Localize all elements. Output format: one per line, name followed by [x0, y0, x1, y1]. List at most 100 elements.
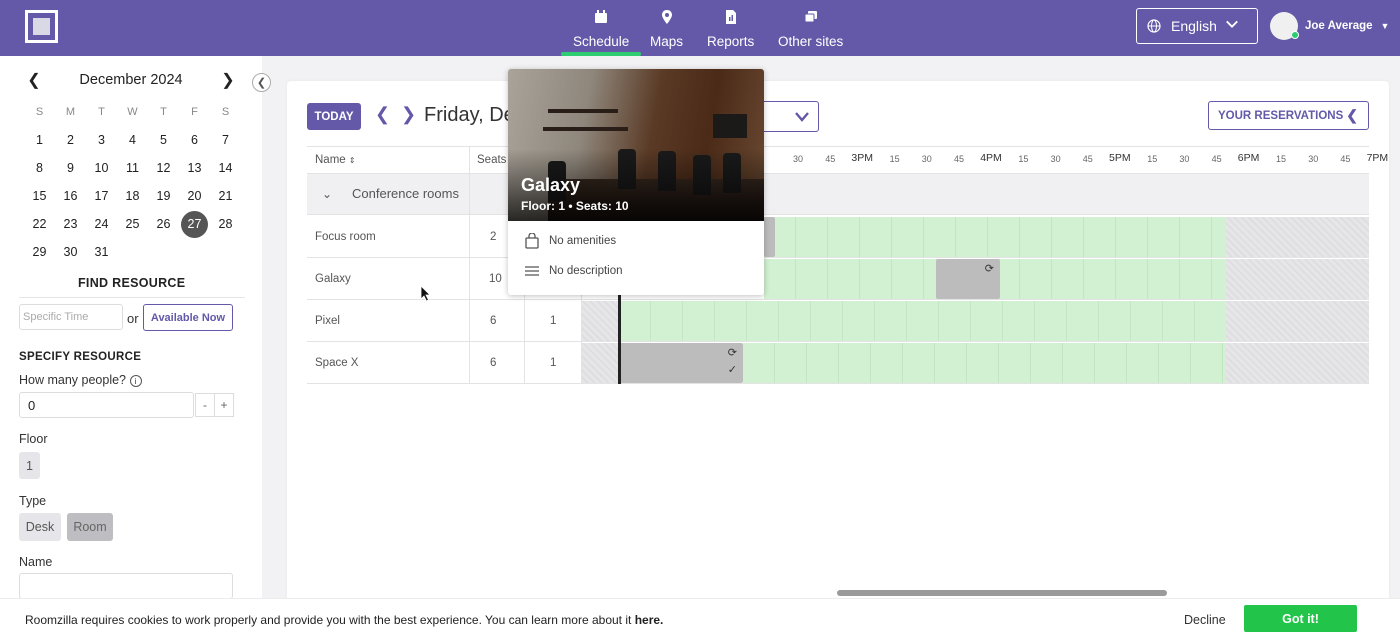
calendar-day[interactable]: 21 — [210, 182, 241, 210]
calendar-day[interactable]: 13 — [179, 154, 210, 182]
available-now-button[interactable]: Available Now — [143, 304, 233, 331]
reservation-block[interactable]: ⟳ ✓ — [619, 343, 743, 383]
name-column-header[interactable]: Name ⇕ — [315, 154, 356, 166]
calendar-day[interactable]: 30 — [55, 238, 86, 266]
calendar-day[interactable]: 14 — [210, 154, 241, 182]
chevron-down-icon: ⌄ — [322, 187, 333, 201]
calendar-day[interactable]: 3 — [86, 126, 117, 154]
resource-name: Focus room — [315, 231, 376, 243]
sidebar: ❮ December 2024 ❯ S M T W T F S 1 2 3 4 5 6 7 8 9 10 11 12… — [0, 56, 262, 639]
calendar-day[interactable]: 2 — [55, 126, 86, 154]
sites-icon — [804, 6, 818, 28]
next-day-icon[interactable]: ❯ — [401, 104, 416, 125]
calendar-day[interactable]: 10 — [86, 154, 117, 182]
increment-button[interactable]: + — [214, 393, 234, 417]
people-count-input[interactable]: 0 — [19, 392, 194, 418]
app-logo[interactable] — [25, 10, 58, 43]
cookie-message: Roomzilla requires cookies to work prope… — [25, 613, 664, 627]
calendar-day[interactable]: 7 — [210, 126, 241, 154]
accept-cookies-button[interactable]: Got it! — [1244, 605, 1357, 632]
unavailable-slot — [582, 343, 619, 383]
nav-label: Other sites — [778, 34, 844, 49]
name-input[interactable] — [19, 573, 233, 599]
decrement-button[interactable]: - — [195, 393, 215, 417]
popup-subtitle: Floor: 1 • Seats: 10 — [521, 199, 629, 213]
reservation-block[interactable] — [764, 217, 775, 257]
time-tick-label: 3PM — [851, 152, 873, 164]
calendar-day[interactable]: 6 — [179, 126, 210, 154]
calendar-day[interactable]: 17 — [86, 182, 117, 210]
time-tick-label: 45 — [954, 154, 965, 164]
view-select[interactable] — [762, 101, 819, 132]
collapse-sidebar-button[interactable]: ❮ — [252, 73, 271, 92]
prev-day-icon[interactable]: ❮ — [375, 104, 390, 125]
availability-slot[interactable] — [764, 217, 1226, 257]
nav-maps[interactable]: Maps — [650, 6, 683, 49]
calendar-day[interactable]: 5 — [148, 126, 179, 154]
nav-reports[interactable]: Reports — [707, 6, 754, 49]
next-month-icon[interactable]: ❯ — [218, 70, 238, 90]
calendar-day[interactable]: 29 — [24, 238, 55, 266]
unavailable-slot — [582, 301, 619, 341]
calendar-empty — [179, 238, 210, 266]
time-tick-label: 30 — [921, 154, 932, 164]
calendar-empty — [148, 238, 179, 266]
time-tick-label: 7PM — [1366, 152, 1389, 164]
time-tick-label: 5PM — [1109, 152, 1131, 164]
cookie-learn-more-link[interactable]: here. — [635, 613, 664, 627]
decline-button[interactable]: Decline — [1184, 613, 1226, 627]
calendar-day[interactable]: 20 — [179, 182, 210, 210]
calendar-day[interactable]: 24 — [86, 210, 117, 238]
calendar-day[interactable]: 26 — [148, 210, 179, 238]
calendar-day[interactable]: 25 — [117, 210, 148, 238]
availability-slot[interactable] — [743, 343, 1226, 383]
calendar-header: ❮ December 2024 ❯ — [24, 70, 238, 90]
availability-slot[interactable] — [619, 301, 1226, 341]
calendar-day[interactable]: 19 — [148, 182, 179, 210]
prev-month-icon[interactable]: ❮ — [24, 70, 44, 90]
today-button[interactable]: TODAY — [307, 103, 361, 130]
type-desk-chip[interactable]: Desk — [19, 513, 61, 541]
floor-chip[interactable]: 1 — [19, 452, 40, 479]
resource-floor: 1 — [550, 315, 557, 327]
calendar-day[interactable]: 1 — [24, 126, 55, 154]
resource-name: Space X — [315, 357, 359, 369]
calendar-day[interactable]: 9 — [55, 154, 86, 182]
menu-lines-icon — [525, 266, 539, 276]
calendar-day[interactable]: 22 — [24, 210, 55, 238]
calendar-day[interactable]: 28 — [210, 210, 241, 238]
horizontal-scrollbar[interactable] — [837, 590, 1167, 596]
resource-popup: Galaxy Floor: 1 • Seats: 10 No amenities… — [508, 69, 764, 295]
calendar-day[interactable]: 27 — [179, 210, 210, 238]
nav-other-sites[interactable]: Other sites — [778, 6, 843, 49]
repeat-icon: ⟳ — [727, 347, 737, 359]
specify-resource-title: SPECIFY RESOURCE — [19, 351, 142, 363]
specific-time-input[interactable]: Specific Time — [19, 304, 123, 330]
your-reservations-button[interactable]: YOUR RESERVATIONS ❮ — [1208, 101, 1369, 130]
globe-icon — [1147, 19, 1161, 33]
calendar-day[interactable]: 31 — [86, 238, 117, 266]
time-tick-label: 45 — [825, 154, 836, 164]
calendar-day[interactable]: 8 — [24, 154, 55, 182]
calendar-day[interactable]: 15 — [24, 182, 55, 210]
calendar-icon — [594, 6, 608, 28]
calendar-day[interactable]: 16 — [55, 182, 86, 210]
reservation-block[interactable]: ⟳ — [936, 259, 1000, 299]
cookie-banner: Roomzilla requires cookies to work prope… — [0, 598, 1400, 639]
calendar-day[interactable]: 4 — [117, 126, 148, 154]
weekday-label: W — [127, 106, 138, 118]
language-value: English — [1171, 18, 1217, 34]
find-resource-title: FIND RESOURCE — [78, 276, 186, 290]
group-row-conference-rooms[interactable]: ⌄ Conference rooms — [307, 174, 1369, 215]
bag-icon — [525, 233, 539, 249]
calendar-day[interactable]: 12 — [148, 154, 179, 182]
selected-day: 27 — [181, 210, 208, 238]
type-room-chip[interactable]: Room — [67, 513, 113, 541]
seats-column-header[interactable]: Seats — [477, 154, 506, 166]
calendar-day[interactable]: 11 — [117, 154, 148, 182]
user-menu[interactable]: Joe Average ▼ — [1270, 12, 1389, 40]
language-select[interactable]: English — [1136, 8, 1258, 44]
nav-schedule[interactable]: Schedule — [560, 6, 642, 56]
calendar-day[interactable]: 18 — [117, 182, 148, 210]
calendar-day[interactable]: 23 — [55, 210, 86, 238]
